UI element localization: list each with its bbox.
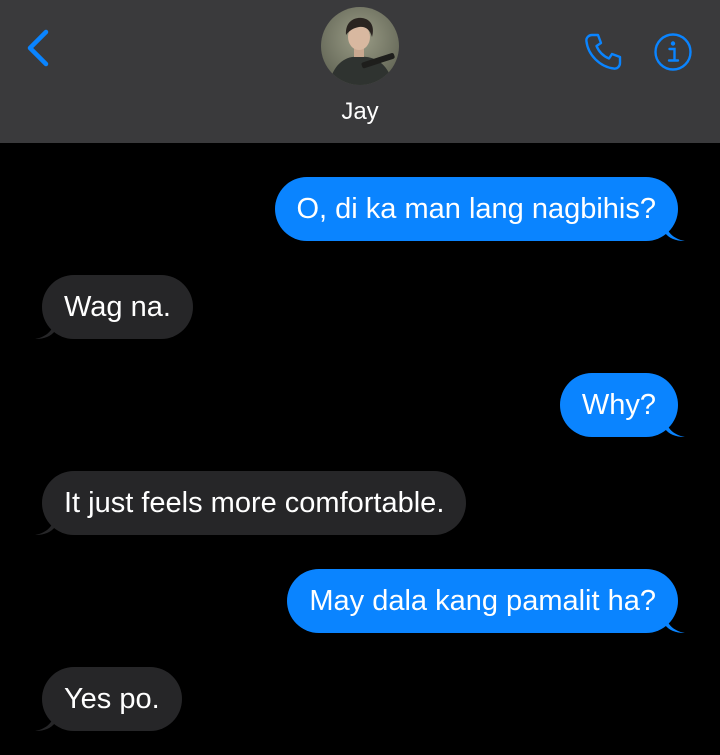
sent-message-bubble[interactable]: May dala kang pamalit ha? [287,569,685,633]
avatar[interactable] [321,7,399,85]
message-row-received: It just feels more comfortable. [0,471,720,537]
bubble-tail [35,513,55,535]
message-text: May dala kang pamalit ha? [309,585,656,617]
conversation-header: Jay [0,0,720,143]
bubble-tail [665,415,685,437]
message-text: O, di ka man lang nagbihis? [296,193,657,225]
received-message-bubble[interactable]: Wag na. [35,275,193,339]
bubble-tail [35,709,55,731]
info-icon [654,33,692,71]
messages-screen: Jay O, di ka man lang nagbihis? Wag na. … [0,0,720,755]
message-row-sent: Why? [0,373,720,439]
received-message-bubble[interactable]: Yes po. [35,667,182,731]
back-button[interactable] [18,26,58,70]
contact-photo [321,7,399,85]
bubble-tail [665,611,685,633]
message-row-sent: May dala kang pamalit ha? [0,569,720,635]
contact-name[interactable]: Jay [0,98,720,126]
call-button[interactable] [580,30,626,74]
message-row-sent: O, di ka man lang nagbihis? [0,177,720,243]
received-message-bubble[interactable]: It just feels more comfortable. [35,471,467,535]
chevron-left-icon [27,29,49,67]
message-row-received: Yes po. [0,667,720,733]
info-button[interactable] [650,30,696,74]
bubble-tail [35,317,55,339]
message-row-received: Wag na. [0,275,720,341]
phone-icon [585,33,622,70]
sent-message-bubble[interactable]: Why? [559,373,685,437]
sent-message-bubble[interactable]: O, di ka man lang nagbihis? [274,177,685,241]
message-text: Yes po. [64,683,160,715]
message-text: Why? [581,389,656,421]
message-thread[interactable]: O, di ka man lang nagbihis? Wag na. Why? [0,143,720,755]
bubble-tail [665,219,685,241]
message-text: It just feels more comfortable. [64,487,445,519]
message-text: Wag na. [64,291,171,323]
